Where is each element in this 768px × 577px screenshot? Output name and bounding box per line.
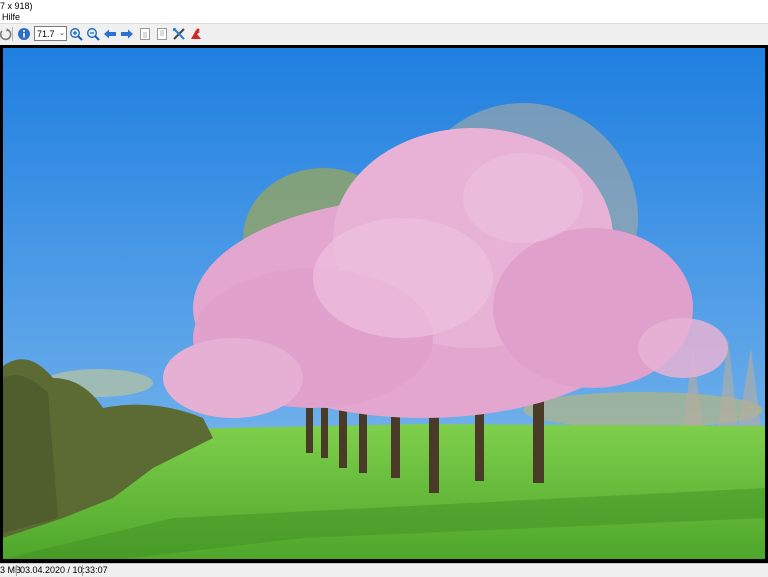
toolbar-separator bbox=[12, 27, 13, 41]
tools-icon[interactable] bbox=[172, 27, 186, 41]
zoom-out-icon[interactable] bbox=[86, 27, 100, 41]
file-datetime: 03.04.2020 / 10:33:07 bbox=[20, 565, 108, 575]
zoom-value: 71.7 bbox=[37, 29, 55, 39]
file-size: 3 MB bbox=[0, 565, 22, 575]
menu-bar: Hilfe bbox=[0, 12, 768, 23]
status-divider bbox=[82, 565, 83, 576]
image-viewer[interactable] bbox=[0, 45, 768, 563]
arrow-left-icon[interactable] bbox=[103, 27, 117, 41]
zoom-in-icon[interactable] bbox=[69, 27, 83, 41]
rotate-icon[interactable] bbox=[0, 27, 12, 41]
chevron-down-icon[interactable]: ⌄ bbox=[59, 28, 65, 40]
window-title: 7 x 918) bbox=[0, 1, 33, 11]
status-divider bbox=[16, 565, 17, 576]
page-icon[interactable] bbox=[155, 27, 169, 41]
exit-icon[interactable] bbox=[189, 27, 203, 41]
title-bar: 7 x 918) bbox=[0, 0, 768, 12]
photo bbox=[3, 48, 765, 559]
zoom-select[interactable]: 71.7 ⌄ bbox=[34, 26, 67, 41]
status-bar: 3 MB 03.04.2020 / 10:33:07 bbox=[0, 563, 768, 577]
menu-item-hilfe[interactable]: Hilfe bbox=[2, 12, 20, 23]
arrow-right-icon[interactable] bbox=[120, 27, 134, 41]
toolbar: 71.7 ⌄ bbox=[0, 23, 768, 46]
info-icon[interactable] bbox=[17, 27, 31, 41]
page-icon[interactable] bbox=[138, 27, 152, 41]
